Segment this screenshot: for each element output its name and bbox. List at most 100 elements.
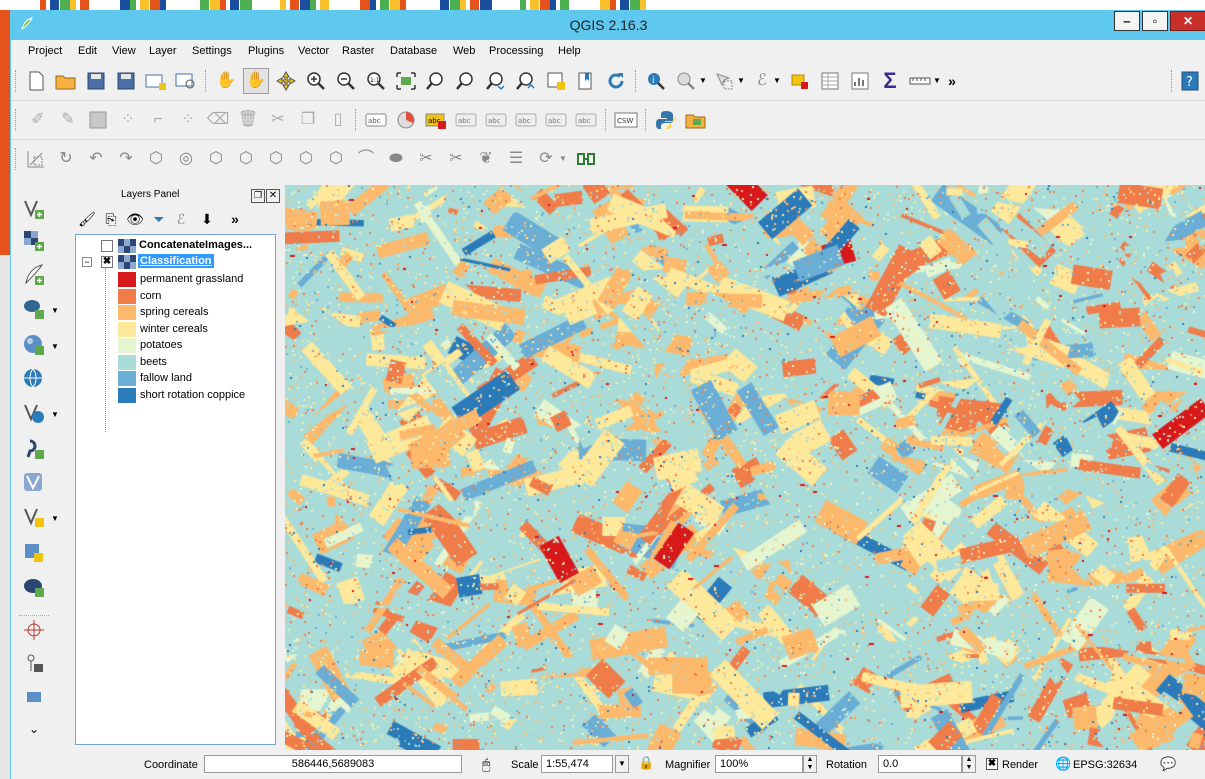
chevron-down-icon[interactable]: ▼ bbox=[51, 342, 59, 351]
legend-item[interactable]: fallow land bbox=[76, 370, 275, 386]
layers-panel-header[interactable]: Layers Panel ❐ ✕ bbox=[73, 187, 284, 203]
menu-edit[interactable]: Edit bbox=[78, 45, 97, 57]
title-bar[interactable]: QGIS 2.16.3 ‒ ▫ ✕ bbox=[11, 10, 1205, 40]
add-wfs-layer-icon[interactable] bbox=[19, 435, 49, 463]
chevron-down-icon[interactable]: ▼ bbox=[51, 514, 59, 523]
current-edits-icon[interactable]: ✐ bbox=[25, 107, 51, 133]
crs-label[interactable]: EPSG:32634 bbox=[1073, 759, 1137, 771]
layer-row-concatenateimages[interactable]: ConcatenateImages... bbox=[76, 238, 275, 254]
toolbar-more-chevron-icon[interactable]: ⌄ bbox=[19, 715, 49, 743]
delete-part-icon[interactable]: ⬡ bbox=[293, 146, 319, 172]
chevron-down-icon[interactable]: ▼ bbox=[931, 68, 943, 94]
georeferencer-icon[interactable] bbox=[19, 615, 49, 644]
toolbar-grip[interactable] bbox=[605, 109, 609, 131]
minimize-button[interactable]: ‒ bbox=[1114, 11, 1140, 31]
legend-item[interactable]: beets bbox=[76, 354, 275, 370]
new-shapefile-layer-icon[interactable] bbox=[19, 503, 49, 531]
reshape-features-icon[interactable]: ⬡ bbox=[323, 146, 349, 172]
offset-curve-icon[interactable]: ⌒ bbox=[353, 146, 379, 172]
pan-map-icon[interactable]: ✋ bbox=[243, 68, 269, 94]
rotate-label-icon[interactable]: abc bbox=[543, 107, 569, 133]
panel-overflow-icon[interactable]: » bbox=[225, 209, 245, 229]
touch-zoom-icon[interactable]: ✋ bbox=[213, 68, 239, 94]
zoom-to-layer-icon[interactable] bbox=[453, 68, 479, 94]
toolbar-grip[interactable] bbox=[205, 70, 209, 92]
snapping-icon[interactable] bbox=[573, 146, 599, 172]
menu-database[interactable]: Database bbox=[390, 45, 437, 57]
zoom-full-icon[interactable] bbox=[393, 68, 419, 94]
split-features-icon[interactable]: ⬬ bbox=[383, 146, 409, 172]
chevron-down-icon[interactable]: ▼ bbox=[771, 68, 783, 94]
menu-web[interactable]: Web bbox=[453, 45, 475, 57]
move-feature-icon[interactable]: ⌐ bbox=[145, 107, 171, 133]
menu-project[interactable]: Project bbox=[28, 45, 62, 57]
maximize-button[interactable]: ▫ bbox=[1142, 11, 1168, 31]
save-project-icon[interactable] bbox=[83, 68, 109, 94]
undo-icon[interactable]: ↶ bbox=[83, 146, 109, 172]
menu-layer[interactable]: Layer bbox=[149, 45, 177, 57]
paste-features-icon[interactable]: ▯ bbox=[325, 107, 351, 133]
render-checkbox[interactable]: ✖ bbox=[986, 758, 998, 770]
trash-icon[interactable]: 🗑 bbox=[235, 107, 261, 133]
add-mssql-layer-icon[interactable] bbox=[19, 539, 49, 567]
zoom-out-icon[interactable] bbox=[333, 68, 359, 94]
rotation-spinner[interactable]: ▲ ▼ bbox=[962, 755, 976, 773]
toggle-editing-icon[interactable]: ✎ bbox=[55, 107, 81, 133]
toolbar-grip[interactable] bbox=[355, 109, 359, 131]
legend-item[interactable]: short rotation coppice bbox=[76, 387, 275, 403]
csw-icon[interactable]: CSW bbox=[613, 107, 639, 133]
lock-scale-icon[interactable]: 🔒 bbox=[638, 755, 654, 771]
simplify-feature-icon[interactable]: ⬡ bbox=[143, 146, 169, 172]
rotate-feature-icon[interactable]: ↻ bbox=[53, 146, 79, 172]
open-project-icon[interactable] bbox=[53, 68, 79, 94]
close-button[interactable]: ✕ bbox=[1170, 11, 1205, 31]
add-group-icon[interactable]: ⎘ bbox=[101, 209, 121, 229]
zoom-native-resolution-icon[interactable]: 1:1 bbox=[363, 68, 389, 94]
bookmarks-icon[interactable] bbox=[573, 68, 599, 94]
add-virtual-layer-icon[interactable] bbox=[19, 469, 49, 497]
close-panel-icon[interactable]: ✕ bbox=[266, 189, 280, 203]
toolbar-grip[interactable] bbox=[645, 109, 649, 131]
magnifier-spinner[interactable]: ▲ ▼ bbox=[803, 755, 817, 773]
menu-help[interactable]: Help bbox=[558, 45, 581, 57]
add-ring-icon[interactable]: ◎ bbox=[173, 146, 199, 172]
scale-combo[interactable]: 1:55,474 bbox=[541, 755, 613, 773]
change-label-icon[interactable]: abc bbox=[573, 107, 599, 133]
expand-all-icon[interactable]: ⬇ bbox=[197, 209, 217, 229]
add-feature-icon[interactable]: ⁘ bbox=[115, 107, 141, 133]
add-postgis-layer-icon[interactable] bbox=[19, 295, 49, 323]
plugin-folder-icon[interactable] bbox=[683, 107, 709, 133]
layer-visibility-checkbox[interactable] bbox=[101, 240, 113, 252]
zoom-in-icon[interactable] bbox=[303, 68, 329, 94]
offset-point-symbols-icon[interactable]: ⟳ bbox=[533, 146, 559, 172]
chevron-down-icon[interactable]: ▼ bbox=[51, 410, 59, 419]
manage-map-themes-icon[interactable]: 👁 bbox=[125, 209, 145, 229]
collapse-icon[interactable]: − bbox=[82, 257, 92, 267]
refresh-icon[interactable] bbox=[603, 68, 629, 94]
fill-ring-icon[interactable]: ⬡ bbox=[233, 146, 259, 172]
rotate-point-symbols-icon[interactable]: ☰ bbox=[503, 146, 529, 172]
toolbar-grip[interactable] bbox=[15, 148, 19, 170]
legend-item[interactable]: potatoes bbox=[76, 337, 275, 353]
add-vector-layer-icon[interactable] bbox=[19, 195, 49, 223]
enable-advanced-digitizing-icon[interactable] bbox=[23, 146, 49, 172]
select-features-icon[interactable] bbox=[673, 68, 699, 94]
layer-diagram-icon[interactable] bbox=[393, 107, 419, 133]
save-layer-edits-icon[interactable] bbox=[85, 107, 111, 133]
add-wms-layer-icon[interactable] bbox=[19, 365, 49, 393]
toolbar-grip[interactable] bbox=[635, 70, 639, 92]
node-tool-icon[interactable]: ⁘ bbox=[175, 107, 201, 133]
zoom-next-icon[interactable] bbox=[513, 68, 539, 94]
legend-item[interactable]: corn bbox=[76, 288, 275, 304]
menu-settings[interactable]: Settings bbox=[192, 45, 232, 57]
layer-tree[interactable]: ConcatenateImages... − ✖ Classification … bbox=[75, 234, 276, 745]
deselect-features-icon[interactable] bbox=[711, 68, 737, 94]
delete-ring-icon[interactable]: ⬡ bbox=[263, 146, 289, 172]
help-icon[interactable]: ? bbox=[1177, 68, 1203, 94]
python-console-icon[interactable] bbox=[653, 107, 679, 133]
map-canvas[interactable] bbox=[285, 185, 1205, 750]
add-wcs-layer-icon[interactable] bbox=[19, 399, 49, 427]
add-delimited-text-layer-icon[interactable] bbox=[19, 261, 49, 289]
chevron-down-icon[interactable]: ▼ bbox=[735, 68, 747, 94]
open-attribute-table-icon[interactable] bbox=[817, 68, 843, 94]
